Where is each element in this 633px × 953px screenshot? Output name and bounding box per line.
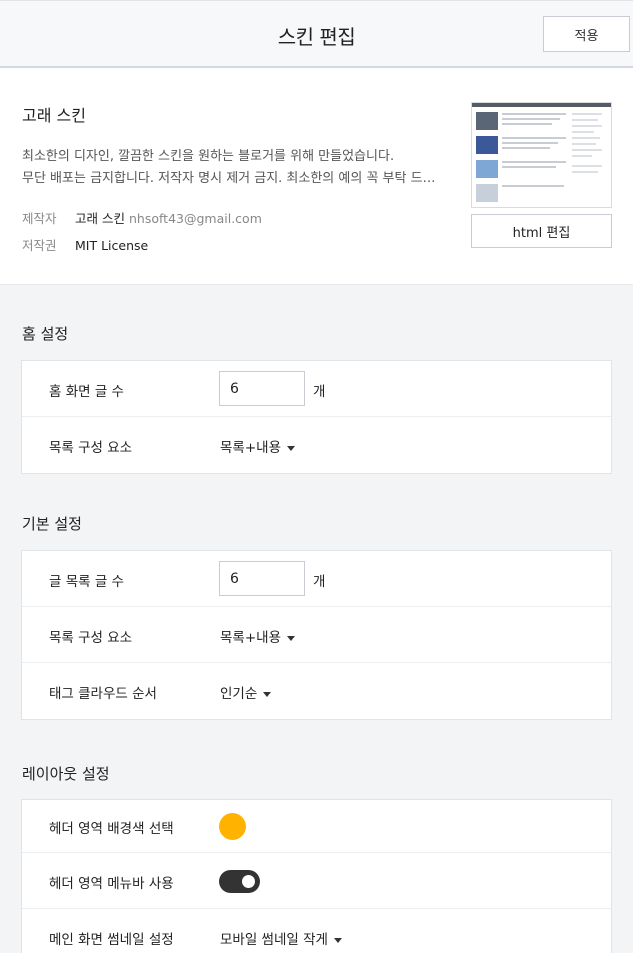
skin-preview-thumbnail bbox=[471, 102, 612, 208]
chevron-down-icon bbox=[287, 635, 295, 641]
list-posts-unit: 개 bbox=[313, 574, 326, 590]
author-row: 제작자 고래 스킨 nhsoft43@gmail.com bbox=[22, 208, 262, 227]
home-settings-card: 홈 화면 글 수 개 목록 구성 요소 목록+내용 bbox=[21, 360, 612, 474]
header-bg-color-picker[interactable] bbox=[219, 813, 246, 840]
basic-list-select[interactable]: 목록+내용 bbox=[220, 626, 295, 646]
author-email: nhsoft43@gmail.com bbox=[128, 211, 262, 226]
tag-order-row: 태그 클라우드 순서 인기순 bbox=[22, 663, 611, 719]
basic-list-row: 목록 구성 요소 목록+내용 bbox=[22, 607, 611, 663]
skin-name: 고래 스킨 bbox=[22, 106, 86, 125]
home-posts-input[interactable] bbox=[219, 371, 305, 406]
home-settings-title: 홈 설정 bbox=[22, 325, 69, 343]
author-name: 고래 스킨 bbox=[75, 211, 125, 226]
home-posts-unit: 개 bbox=[313, 384, 326, 400]
home-list-label: 목록 구성 요소 bbox=[49, 440, 133, 456]
menubar-toggle[interactable] bbox=[219, 870, 260, 893]
basic-list-label: 목록 구성 요소 bbox=[49, 630, 133, 646]
html-edit-button[interactable]: html 편집 bbox=[471, 214, 612, 248]
page-title: 스킨 편집 bbox=[277, 25, 356, 49]
layout-settings-card: 헤더 영역 배경색 선택 헤더 영역 메뉴바 사용 메인 화면 썸네일 설정 모… bbox=[21, 799, 612, 953]
list-posts-input[interactable] bbox=[219, 561, 305, 596]
tag-order-label: 태그 클라우드 순서 bbox=[49, 686, 157, 702]
license-label: 저작권 bbox=[22, 238, 57, 253]
menubar-row: 헤더 영역 메뉴바 사용 bbox=[22, 853, 611, 909]
skin-info-panel: 고래 스킨 최소한의 디자인, 깔끔한 스킨을 원하는 블로거를 위해 만들었습… bbox=[0, 68, 633, 285]
skin-description-line: 최소한의 디자인, 깔끔한 스킨을 원하는 블로거를 위해 만들었습니다. bbox=[22, 149, 395, 164]
editor-header: 스킨 편집 적용 bbox=[0, 0, 633, 68]
thumbnail-row: 메인 화면 썸네일 설정 모바일 썸네일 작게 bbox=[22, 909, 611, 953]
chevron-down-icon bbox=[333, 937, 342, 943]
header-bg-label: 헤더 영역 배경색 선택 bbox=[49, 821, 174, 837]
list-posts-row: 글 목록 글 수 개 bbox=[22, 551, 611, 607]
chevron-down-icon bbox=[287, 445, 295, 451]
basic-settings-card: 글 목록 글 수 개 목록 구성 요소 목록+내용 태그 클라우드 순서 인기순 bbox=[21, 550, 612, 720]
skin-description: 최소한의 디자인, 깔끔한 스킨을 원하는 블로거를 위해 만들었습니다. 무단… bbox=[22, 146, 442, 190]
list-posts-label: 글 목록 글 수 bbox=[49, 574, 124, 590]
author-label: 제작자 bbox=[22, 211, 57, 226]
tag-order-value: 인기순 bbox=[220, 686, 258, 702]
home-list-select[interactable]: 목록+내용 bbox=[220, 436, 295, 456]
header-bg-row: 헤더 영역 배경색 선택 bbox=[22, 800, 611, 853]
home-list-row: 목록 구성 요소 목록+내용 bbox=[22, 417, 611, 473]
thumbnail-value: 모바일 썸네일 작게 bbox=[220, 932, 328, 948]
layout-settings-title: 레이아웃 설정 bbox=[22, 765, 110, 783]
thumbnail-select[interactable]: 모바일 썸네일 작게 bbox=[220, 928, 342, 948]
apply-button[interactable]: 적용 bbox=[543, 16, 630, 52]
license-value: MIT License bbox=[75, 238, 149, 253]
tag-order-select[interactable]: 인기순 bbox=[220, 682, 272, 702]
menubar-label: 헤더 영역 메뉴바 사용 bbox=[49, 876, 174, 892]
home-posts-label: 홈 화면 글 수 bbox=[49, 384, 124, 400]
home-posts-row: 홈 화면 글 수 개 bbox=[22, 361, 611, 417]
chevron-down-icon bbox=[263, 691, 272, 697]
home-list-value: 목록+내용 bbox=[220, 440, 281, 456]
thumbnail-label: 메인 화면 썸네일 설정 bbox=[49, 932, 174, 948]
license-row: 저작권 MIT License bbox=[22, 235, 148, 254]
skin-description-line: 무단 배포는 금지합니다. 저작자 명시 제거 금지. 최소한의 예의 꼭 부탁… bbox=[22, 171, 436, 186]
basic-list-value: 목록+내용 bbox=[220, 630, 281, 646]
basic-settings-title: 기본 설정 bbox=[22, 515, 82, 533]
toggle-knob bbox=[242, 875, 255, 888]
